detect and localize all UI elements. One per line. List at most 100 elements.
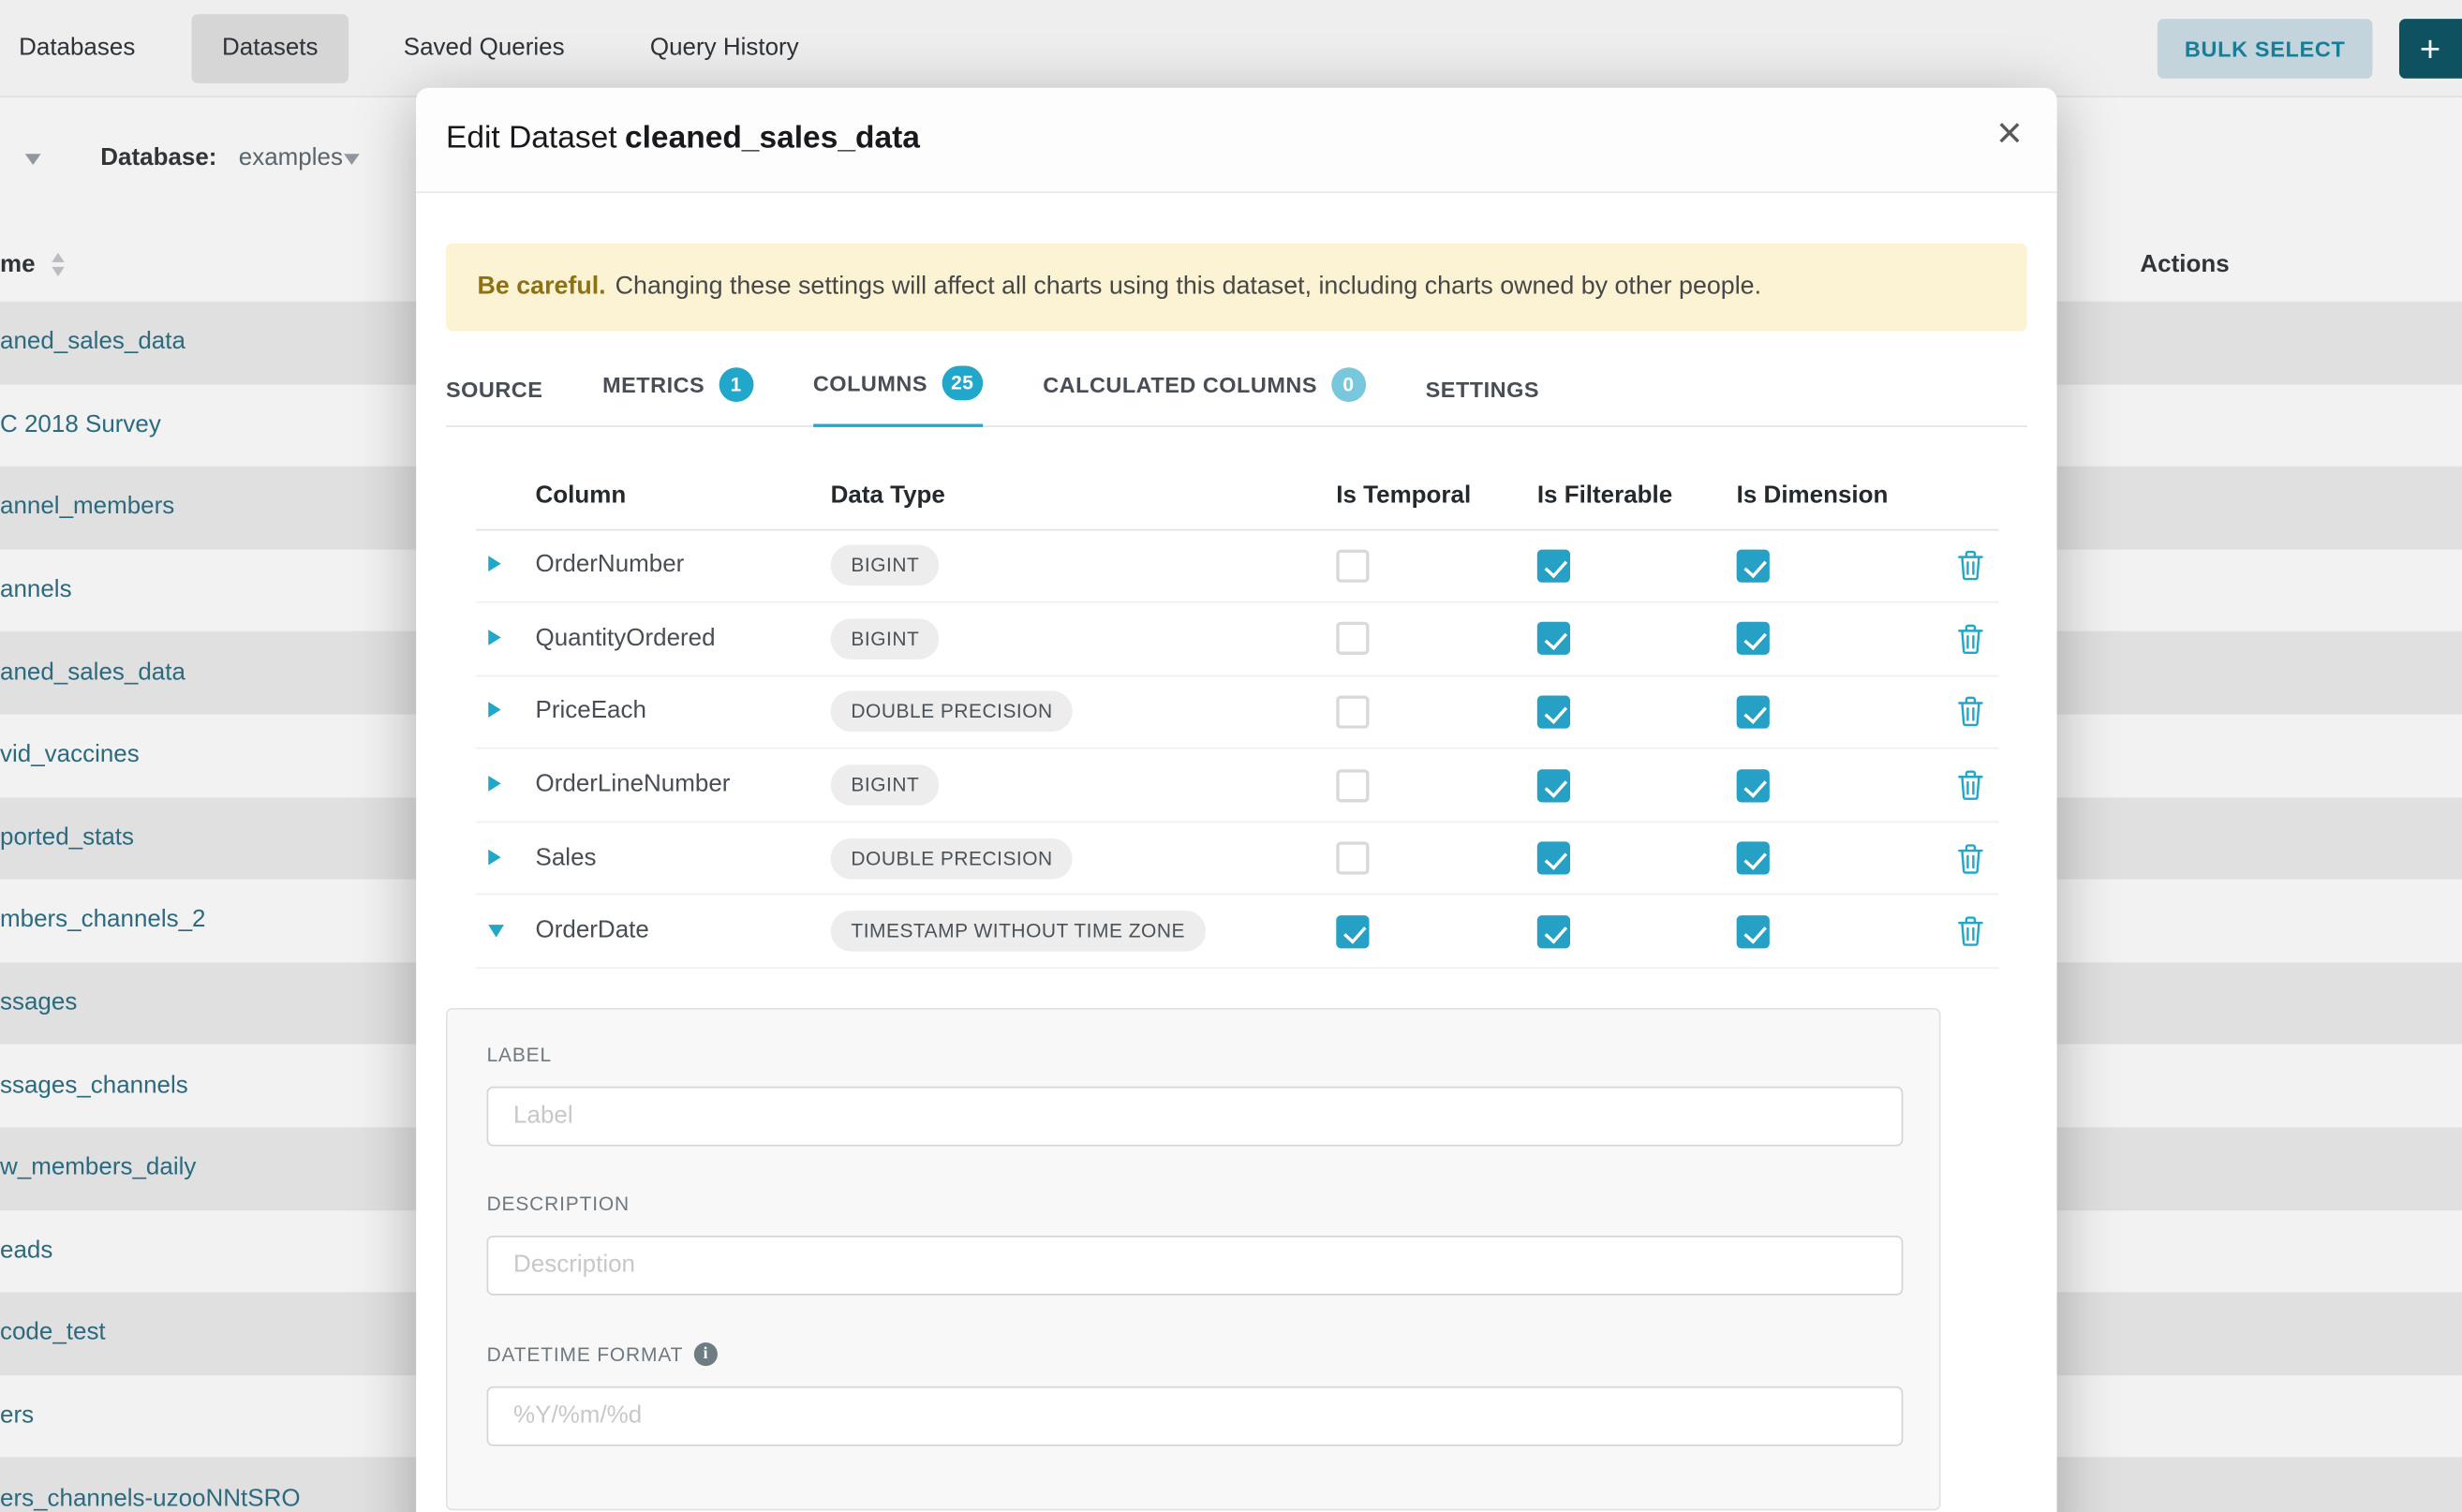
editor-field-description: DESCRIPTION	[487, 1193, 1900, 1296]
field-label: LABEL	[487, 1045, 1900, 1066]
columns-table-rows: OrderNumberBIGINTQuantityOrderedBIGINTPr…	[476, 530, 1999, 970]
caret-cell	[476, 844, 536, 872]
data-type-cell: TIMESTAMP WITHOUT TIME ZONE	[831, 912, 1337, 953]
actions-cell	[1941, 842, 1999, 874]
tab-label: SOURCE	[446, 376, 542, 401]
filterable-cell	[1537, 842, 1737, 875]
caret-cell	[476, 625, 536, 653]
delete-trash-icon[interactable]	[1955, 769, 1983, 801]
delete-trash-icon[interactable]	[1955, 623, 1983, 655]
is-dimension-checkbox[interactable]	[1737, 769, 1770, 802]
warning-text: Changing these settings will affect all …	[616, 274, 1761, 302]
data-type-pill: DOUBLE PRECISION	[831, 838, 1074, 879]
column-name: QuantityOrdered	[536, 625, 831, 653]
is-dimension-checkbox[interactable]	[1737, 695, 1770, 728]
delete-trash-icon[interactable]	[1955, 550, 1983, 582]
temporal-cell	[1336, 769, 1537, 802]
datetime-format-input[interactable]	[487, 1386, 1904, 1446]
data-type-cell: BIGINT	[831, 764, 1337, 806]
dimension-cell	[1737, 915, 1941, 948]
is-filterable-checkbox[interactable]	[1537, 622, 1570, 655]
delete-trash-icon[interactable]	[1955, 842, 1983, 874]
is-temporal-checkbox[interactable]	[1336, 842, 1369, 875]
column-name: OrderLineNumber	[536, 771, 831, 799]
expand-caret-icon[interactable]	[488, 630, 500, 645]
column-row: OrderNumberBIGINT	[476, 530, 1999, 603]
column-name: Sales	[536, 844, 831, 872]
is-dimension-checkbox[interactable]	[1737, 549, 1770, 582]
is-filterable-checkbox[interactable]	[1537, 549, 1570, 582]
description-input[interactable]	[487, 1236, 1904, 1296]
is-temporal-checkbox[interactable]	[1336, 915, 1369, 948]
expand-caret-icon[interactable]	[488, 556, 500, 572]
header-column: Column	[536, 482, 831, 511]
temporal-cell	[1336, 915, 1537, 948]
info-icon[interactable]: i	[694, 1342, 718, 1366]
header-is-temporal: Is Temporal	[1336, 482, 1537, 511]
is-filterable-checkbox[interactable]	[1537, 695, 1570, 728]
column-name: OrderNumber	[536, 552, 831, 580]
warning-banner: Be careful. Changing these settings will…	[446, 244, 2027, 332]
column-row: PriceEachDOUBLE PRECISION	[476, 676, 1999, 749]
expand-caret-icon[interactable]	[488, 849, 500, 865]
caret-cell	[476, 917, 536, 945]
is-filterable-checkbox[interactable]	[1537, 842, 1570, 875]
data-type-cell: BIGINT	[831, 618, 1337, 660]
label-input[interactable]	[487, 1087, 1904, 1147]
field-label-text: DATETIME FORMAT	[487, 1343, 684, 1365]
warning-emphasis: Be careful.	[478, 274, 606, 302]
dimension-cell	[1737, 842, 1941, 875]
is-temporal-checkbox[interactable]	[1336, 695, 1369, 728]
tab-count-badge: 0	[1331, 366, 1366, 401]
tab-metrics[interactable]: METRICS1	[602, 366, 753, 424]
caret-cell	[476, 552, 536, 580]
actions-cell	[1941, 550, 1999, 582]
is-dimension-checkbox[interactable]	[1737, 915, 1770, 948]
filterable-cell	[1537, 549, 1737, 582]
expand-caret-icon[interactable]	[488, 776, 500, 792]
column-row: OrderLineNumberBIGINT	[476, 749, 1999, 823]
filterable-cell	[1537, 695, 1737, 728]
tab-settings[interactable]: SETTINGS	[1426, 376, 1539, 424]
actions-cell	[1941, 623, 1999, 655]
modal-header: Edit Datasetcleaned_sales_data ×	[416, 88, 2056, 193]
caret-cell	[476, 698, 536, 726]
data-type-cell: DOUBLE PRECISION	[831, 691, 1337, 733]
header-is-filterable: Is Filterable	[1537, 482, 1737, 511]
temporal-cell	[1336, 695, 1537, 728]
is-temporal-checkbox[interactable]	[1336, 769, 1369, 802]
delete-trash-icon[interactable]	[1955, 916, 1983, 948]
is-filterable-checkbox[interactable]	[1537, 769, 1570, 802]
expand-caret-icon[interactable]	[488, 703, 500, 719]
modal-title: Edit Datasetcleaned_sales_data	[446, 121, 920, 157]
close-icon[interactable]: ×	[1996, 111, 2022, 156]
columns-table: ColumnData TypeIs TemporalIs FilterableI…	[476, 464, 1999, 969]
caret-cell	[476, 771, 536, 799]
column-editor-panel: LABEL DESCRIPTION DATETIME FORMAT i	[446, 1008, 1941, 1510]
modal-title-prefix: Edit Dataset	[446, 121, 617, 156]
tab-count-badge: 25	[942, 366, 983, 401]
is-dimension-checkbox[interactable]	[1737, 622, 1770, 655]
data-type-cell: DOUBLE PRECISION	[831, 838, 1337, 879]
column-name: OrderDate	[536, 917, 831, 945]
tab-columns[interactable]: COLUMNS25	[813, 366, 984, 427]
actions-cell	[1941, 769, 1999, 801]
is-temporal-checkbox[interactable]	[1336, 549, 1369, 582]
data-type-pill: BIGINT	[831, 545, 940, 586]
dimension-cell	[1737, 622, 1941, 655]
editor-field-label: LABEL	[487, 1045, 1900, 1147]
tab-calculated-columns[interactable]: CALCULATED COLUMNS0	[1043, 366, 1366, 424]
dimension-cell	[1737, 769, 1941, 802]
actions-cell	[1941, 916, 1999, 948]
temporal-cell	[1336, 622, 1537, 655]
data-type-cell: BIGINT	[831, 545, 1337, 586]
is-dimension-checkbox[interactable]	[1737, 842, 1770, 875]
is-filterable-checkbox[interactable]	[1537, 915, 1570, 948]
delete-trash-icon[interactable]	[1955, 696, 1983, 728]
filterable-cell	[1537, 622, 1737, 655]
tab-source[interactable]: SOURCE	[446, 376, 542, 424]
is-temporal-checkbox[interactable]	[1336, 622, 1369, 655]
field-label-text: DESCRIPTION	[487, 1193, 630, 1215]
data-type-pill: BIGINT	[831, 764, 940, 806]
collapse-caret-icon[interactable]	[488, 926, 504, 938]
